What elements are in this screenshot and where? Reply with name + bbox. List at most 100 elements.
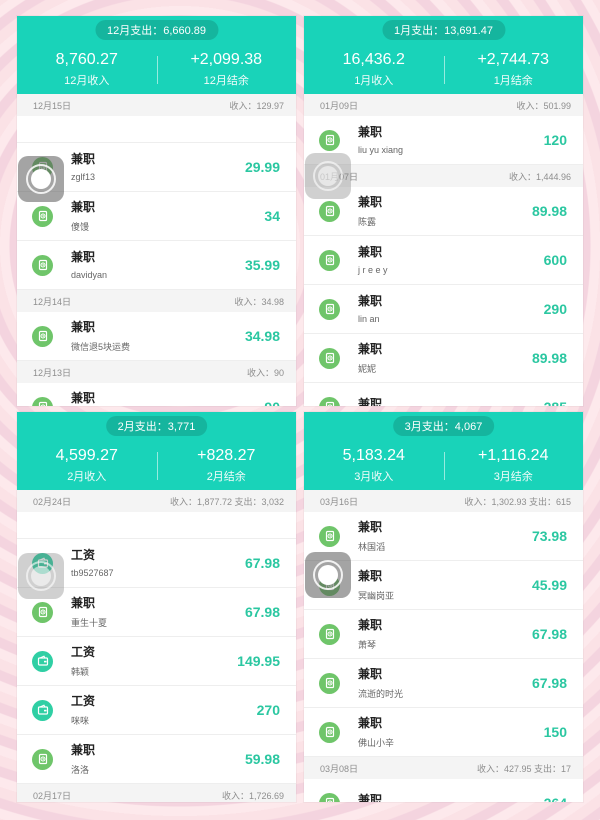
transaction-text: 兼职 萧琴 (358, 618, 532, 651)
balance-value: +1,116.24 (478, 447, 549, 464)
income-label: 12月收入 (64, 75, 110, 87)
transaction-row[interactable]: 兼职不懂伸瑟代vick拍90 (17, 383, 296, 406)
transaction-amount: 67.98 (531, 626, 567, 642)
balance-stat[interactable]: +1,116.24 3月结余 (444, 447, 584, 484)
balance-value: +2,099.38 (190, 51, 263, 68)
assistive-touch-button[interactable] (305, 552, 351, 598)
transaction-note: 陈露 (358, 216, 377, 227)
transaction-category: 兼职 (358, 341, 383, 356)
transaction-row[interactable] (17, 116, 296, 143)
day-summary: 收入：1,726.69 (221, 790, 284, 801)
panel-march: 3月支出：4,067 5,183.24 3月收入 +1,116.24 3月结余 03月16… (304, 412, 583, 802)
transaction-note: 佛山小辛 (358, 737, 395, 748)
balance-stat[interactable]: +2,744.73 1月结余 (444, 51, 584, 88)
transaction-note: 咪咪 (71, 715, 90, 726)
balance-value: +2,744.73 (477, 51, 550, 68)
month-expense-label[interactable]: 1月支出：13,691.47 (381, 20, 506, 40)
transaction-amount: 67.98 (531, 675, 567, 691)
income-stat[interactable]: 8,760.27 12月收入 (17, 51, 157, 88)
assistive-touch-button[interactable] (305, 153, 351, 199)
clock-coin-icon (319, 396, 340, 406)
day-header: 03月08日 收入：427.95 支出：17 (304, 757, 583, 779)
transaction-list[interactable]: 03月16日 收入：1,302.93 支出：615 兼职 林国滔 73.98 兼职 冥幽岗亚… (304, 490, 583, 802)
transaction-note: 流逝的时光 (358, 688, 404, 699)
income-stat[interactable]: 5,183.24 3月收入 (304, 447, 444, 484)
panel-february: 2月支出：3,771 4,599.27 2月收入 +828.27 2月结余 02月24日收… (17, 412, 296, 802)
transaction-row[interactable]: 兼职 妮妮 89.98 (304, 334, 583, 383)
transaction-row[interactable]: 兼职 洛洛 59.98 (17, 735, 296, 784)
transaction-category: 兼职 (358, 294, 383, 308)
transaction-row[interactable]: 兼职 微信退5块运费 34.98 (17, 312, 296, 361)
day-header: 12月13日 收入：90 (17, 361, 296, 383)
balance-stat[interactable]: +2,099.38 12月结余 (157, 51, 297, 88)
day-summary: 收入：1,302.93 支出：615 (464, 496, 571, 507)
clock-coin-icon (32, 254, 53, 276)
transaction-amount: 285 (544, 399, 567, 406)
transaction-amount: 264 (544, 795, 567, 802)
day-summary: 收入：501.99 (516, 100, 571, 111)
transaction-list[interactable]: 02月24日 收入：1,877.72 支出：3,032 工资 tb9527687 67.… (17, 490, 296, 802)
month-expense-label[interactable]: 3月支出：4,067 (392, 416, 495, 436)
transaction-row[interactable]: 兼职 285 (304, 383, 583, 406)
clock-coin-icon (319, 200, 340, 222)
income-label: 3月收入 (354, 471, 394, 483)
day-summary: 收入：427.95 支出：17 (476, 763, 571, 774)
assistive-touch-button[interactable] (18, 156, 64, 202)
income-value: 5,183.24 (342, 447, 405, 464)
transaction-amount: 35.99 (244, 257, 280, 273)
balance-stat[interactable]: +828.27 2月结余 (157, 447, 297, 484)
transaction-text: 兼职 j r e e y (358, 245, 544, 275)
transaction-amount: 34.98 (244, 328, 280, 344)
transaction-row[interactable]: 兼职 davidyan 35.99 (17, 241, 296, 290)
clock-coin-icon (319, 298, 340, 320)
wallet-icon (32, 650, 53, 672)
transaction-row[interactable]: 兼职 流逝的时光 67.98 (304, 659, 583, 708)
transaction-note: 洛洛 (71, 764, 90, 775)
transaction-text: 兼职 陈露 (358, 195, 532, 228)
clock-coin-icon (319, 721, 340, 743)
day-summary: 收入：129.97 (229, 100, 284, 111)
transaction-amount: 29.99 (244, 159, 280, 175)
transaction-amount: 89.98 (531, 350, 567, 366)
day-summary: 收入：1,877.72 支出：3,032 (169, 496, 284, 507)
transaction-category: 兼职 (358, 194, 383, 209)
panel-december: 12月支出：6,660.89 8,760.27 12月收入 +2,099.38 12月结… (17, 16, 296, 406)
transaction-row[interactable]: 兼职 佛山小辛 150 (304, 708, 583, 757)
day-date: 01月09日 (320, 100, 359, 111)
income-value: 8,760.27 (55, 51, 118, 68)
transaction-text: 工资 tb9527687 (71, 548, 245, 578)
transaction-category: 兼职 (358, 793, 383, 802)
transaction-note: lin an (358, 314, 380, 324)
clock-coin-icon (32, 205, 53, 227)
transaction-list[interactable]: 01月09日 收入：501.99 兼职 liu yu xiang 120 01月07日 收入… (304, 94, 583, 406)
day-date: 03月08日 (320, 763, 359, 774)
transaction-row[interactable]: 兼职 j r e e y 600 (304, 236, 583, 285)
transaction-row[interactable]: 工资 韩颖 149.95 (17, 637, 296, 686)
transaction-row[interactable]: 兼职 lin an 290 (304, 285, 583, 334)
transaction-note: 冥幽岗亚 (358, 590, 395, 601)
income-stat[interactable]: 16,436.2 1月收入 (304, 51, 444, 88)
transaction-row[interactable] (17, 512, 296, 539)
month-summary-header: 12月支出：6,660.89 8,760.27 12月收入 +2,099.38 12月结… (17, 16, 296, 94)
day-date: 02月24日 (33, 496, 72, 507)
day-date: 12月13日 (33, 367, 72, 378)
transaction-row[interactable]: 兼职 萧琴 67.98 (304, 610, 583, 659)
transaction-category: 兼职 (71, 199, 96, 214)
transaction-note: zglf13 (71, 172, 96, 182)
transaction-row[interactable]: 工资 咪咪 270 (17, 686, 296, 735)
month-expense-label[interactable]: 12月支出：6,660.89 (94, 20, 219, 40)
transaction-text: 兼职 妮妮 (358, 342, 532, 375)
transaction-amount: 120 (543, 132, 567, 148)
transaction-note: 萧琴 (358, 639, 377, 650)
transaction-note: 重生十夏 (71, 617, 108, 628)
transaction-text: 兼职 洛洛 (71, 743, 245, 776)
transaction-row[interactable]: 兼职 264 (304, 779, 583, 802)
assistive-touch-button[interactable] (18, 553, 64, 599)
transaction-amount: 90 (264, 399, 280, 406)
clock-coin-icon (319, 672, 340, 694)
transaction-list[interactable]: 12月15日 收入：129.97 兼职 zglf13 29.99 兼职 傻馒 34 兼职 davi… (17, 94, 296, 406)
month-expense-label[interactable]: 2月支出：3,771 (105, 416, 208, 436)
transaction-category: 兼职 (71, 742, 96, 757)
clock-coin-icon (32, 748, 53, 770)
income-stat[interactable]: 4,599.27 2月收入 (17, 447, 157, 484)
